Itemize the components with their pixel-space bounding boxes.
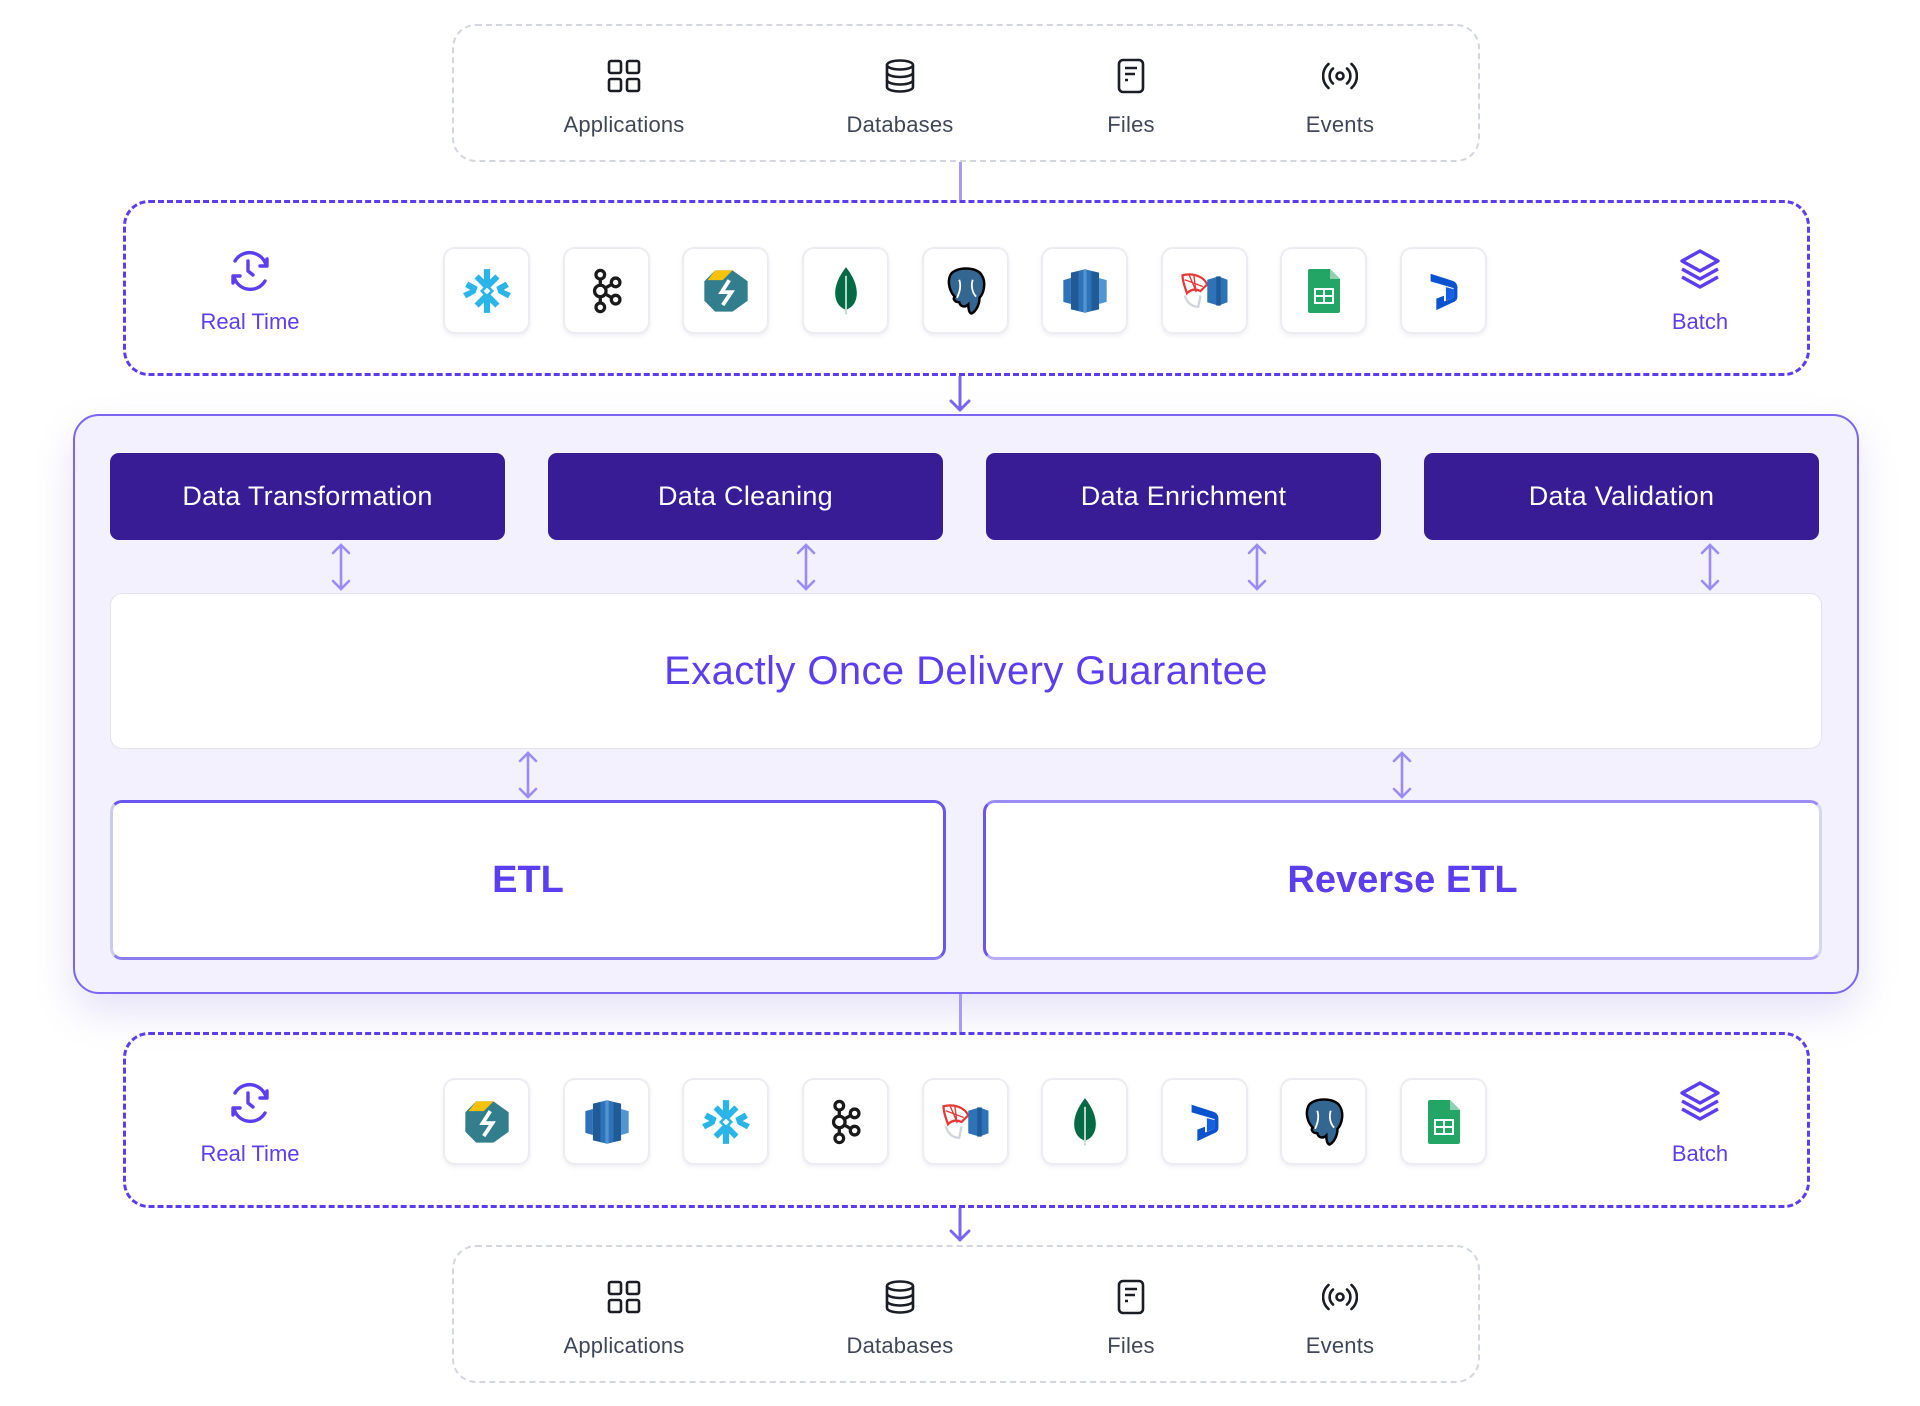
realtime-mode[interactable]: Real Time: [160, 247, 340, 335]
destination-label: Databases: [846, 1333, 954, 1358]
batch-label: Batch: [1671, 1141, 1729, 1166]
destination-databases[interactable]: Databases: [800, 1279, 1000, 1359]
file-icon: [1113, 58, 1149, 94]
step-data-transformation[interactable]: Data Transformation: [110, 453, 505, 540]
database-icon: [882, 58, 918, 94]
kafka-icon: [584, 268, 630, 314]
batch-icon: [1676, 247, 1724, 295]
connector-hevo[interactable]: [443, 1078, 530, 1165]
reverse-etl-label: Reverse ETL: [1287, 858, 1518, 901]
source-files[interactable]: Files: [1031, 58, 1231, 138]
postgresql-icon: [939, 264, 993, 318]
connector-line: [959, 162, 962, 200]
destination-files[interactable]: Files: [1031, 1279, 1231, 1359]
batch-label: Batch: [1671, 309, 1729, 334]
bidirectional-arrow-icon: [796, 543, 816, 591]
file-icon: [1113, 1279, 1149, 1315]
connector-sqlserver[interactable]: [1161, 247, 1248, 334]
google-sheets-icon: [1300, 265, 1348, 317]
redshift-icon: [581, 1096, 633, 1148]
batch-icon: [1676, 1079, 1724, 1127]
source-label: Files: [1107, 112, 1155, 137]
grid-icon: [606, 58, 642, 94]
postgresql-icon: [1297, 1095, 1351, 1149]
connector-postgresql[interactable]: [1280, 1078, 1367, 1165]
bidirectional-arrow-icon: [1247, 543, 1267, 591]
batch-mode[interactable]: Batch: [1610, 1079, 1790, 1167]
source-label: Applications: [563, 112, 685, 137]
realtime-mode[interactable]: Real Time: [160, 1079, 340, 1167]
kafka-icon: [823, 1099, 869, 1145]
bidirectional-arrow-icon: [1392, 751, 1412, 799]
delivery-guarantee-title: Exactly Once Delivery Guarantee: [664, 648, 1268, 693]
snowflake-icon: [701, 1097, 751, 1147]
grid-icon: [606, 1279, 642, 1315]
step-data-enrichment[interactable]: Data Enrichment: [986, 453, 1381, 540]
connector-dynamics[interactable]: [1400, 247, 1487, 334]
connector-mongodb[interactable]: [1041, 1078, 1128, 1165]
connector-redshift[interactable]: [563, 1078, 650, 1165]
destination-events[interactable]: Events: [1240, 1279, 1440, 1359]
step-data-cleaning[interactable]: Data Cleaning: [548, 453, 943, 540]
redshift-icon: [1059, 265, 1111, 317]
destination-applications[interactable]: Applications: [524, 1279, 724, 1359]
dynamics-icon: [1421, 266, 1467, 316]
connector-kafka[interactable]: [802, 1078, 889, 1165]
step-data-validation[interactable]: Data Validation: [1424, 453, 1819, 540]
source-label: Events: [1305, 112, 1375, 137]
source-applications[interactable]: Applications: [524, 58, 724, 138]
destination-label: Events: [1305, 1333, 1375, 1358]
reverse-etl-box[interactable]: Reverse ETL: [983, 800, 1822, 960]
connector-google-sheets[interactable]: [1400, 1078, 1487, 1165]
batch-mode[interactable]: Batch: [1610, 247, 1790, 335]
connector-postgresql[interactable]: [922, 247, 1009, 334]
hevo-icon: [461, 1096, 513, 1148]
realtime-icon: [226, 1079, 274, 1127]
sources-panel: Applications Databases Files Events: [452, 24, 1480, 162]
destinations-panel: Applications Databases Files Events: [452, 1245, 1480, 1383]
source-events[interactable]: Events: [1240, 58, 1440, 138]
mongodb-icon: [820, 265, 872, 317]
database-icon: [882, 1279, 918, 1315]
bidirectional-arrow-icon: [518, 751, 538, 799]
broadcast-icon: [1322, 1279, 1358, 1315]
arrow-down-icon: [949, 376, 971, 412]
source-databases[interactable]: Databases: [800, 58, 1000, 138]
connector-hevo[interactable]: [682, 247, 769, 334]
dynamics-icon: [1182, 1097, 1228, 1147]
delivery-guarantee-box: Exactly Once Delivery Guarantee: [110, 593, 1822, 749]
connector-line: [959, 994, 962, 1032]
mongodb-icon: [1059, 1096, 1111, 1148]
connector-google-sheets[interactable]: [1280, 247, 1367, 334]
connector-dynamics[interactable]: [1161, 1078, 1248, 1165]
arrow-down-icon: [949, 1208, 971, 1242]
connector-snowflake[interactable]: [682, 1078, 769, 1165]
etl-box[interactable]: ETL: [110, 800, 946, 960]
source-label: Databases: [846, 112, 954, 137]
realtime-label: Real Time: [200, 1141, 300, 1166]
connector-mongodb[interactable]: [802, 247, 889, 334]
realtime-icon: [226, 247, 274, 295]
bidirectional-arrow-icon: [331, 543, 351, 591]
sqlserver-icon: [1178, 264, 1232, 318]
connector-kafka[interactable]: [563, 247, 650, 334]
google-sheets-icon: [1420, 1096, 1468, 1148]
hevo-icon: [700, 265, 752, 317]
bidirectional-arrow-icon: [1700, 543, 1720, 591]
snowflake-icon: [462, 266, 512, 316]
broadcast-icon: [1322, 58, 1358, 94]
sqlserver-icon: [939, 1095, 993, 1149]
connector-redshift[interactable]: [1041, 247, 1128, 334]
destination-label: Applications: [563, 1333, 685, 1358]
realtime-label: Real Time: [200, 309, 300, 334]
connector-snowflake[interactable]: [443, 247, 530, 334]
destination-label: Files: [1107, 1333, 1155, 1358]
connector-sqlserver[interactable]: [922, 1078, 1009, 1165]
etl-label: ETL: [492, 858, 564, 901]
